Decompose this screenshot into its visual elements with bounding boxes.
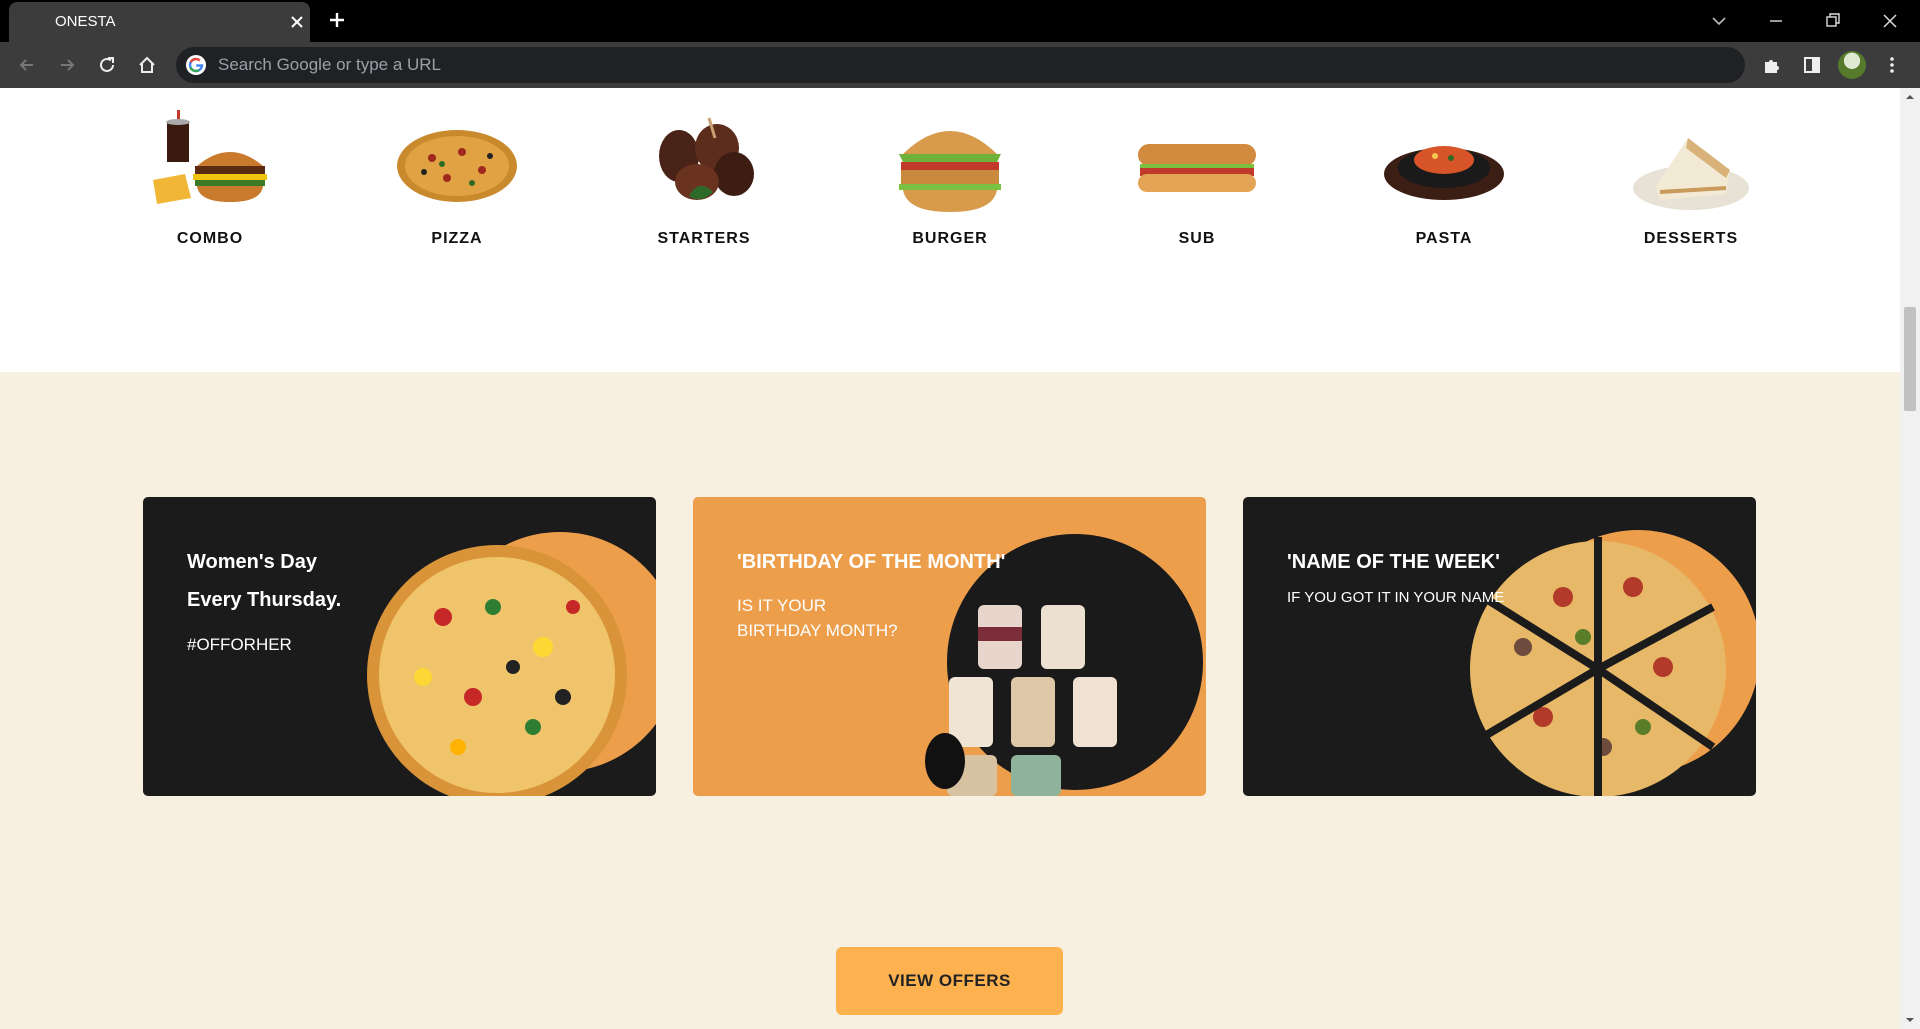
- category-label: COMBO: [176, 230, 244, 247]
- close-window-icon[interactable]: [1875, 6, 1905, 36]
- sub-sandwich-image: [1138, 144, 1256, 192]
- dessert-image: [1633, 138, 1749, 210]
- starters-image: [659, 117, 754, 200]
- scroll-up-icon[interactable]: [1905, 92, 1915, 102]
- category-pizza[interactable]: PIZZA: [377, 108, 537, 248]
- side-panel-button[interactable]: [1796, 49, 1828, 81]
- burger-image: [899, 131, 1001, 212]
- category-combo[interactable]: COMBO: [130, 108, 290, 248]
- view-offers-button[interactable]: VIEW OFFERS: [836, 947, 1063, 1015]
- offer-text: 'BIRTHDAY OF THE MONTH' IS IT YOUR BIRTH…: [737, 543, 1005, 643]
- category-desserts[interactable]: DESSERTS: [1611, 108, 1771, 248]
- menu-button[interactable]: [1876, 49, 1908, 81]
- offer-card-name-of-week[interactable]: 'NAME OF THE WEEK' IF YOU GOT IT IN YOUR…: [1243, 497, 1756, 796]
- category-strip: COMBO PIZZA STARTERS BURGER SUB PASTA DE…: [0, 88, 1900, 372]
- offer-title: 'BIRTHDAY OF THE MONTH': [737, 551, 1006, 573]
- page-scrollbar[interactable]: [1900, 88, 1920, 1029]
- forward-arrow-icon: [61, 59, 75, 71]
- home-icon: [139, 56, 155, 73]
- offer-line2: BIRTHDAY MONTH?: [737, 621, 898, 640]
- category-sub[interactable]: SUB: [1117, 108, 1277, 248]
- offer-text: 'NAME OF THE WEEK' IF YOU GOT IT IN YOUR…: [1287, 543, 1504, 606]
- home-button[interactable]: [131, 49, 163, 81]
- offer-card-birthday[interactable]: 'BIRTHDAY OF THE MONTH' IS IT YOUR BIRTH…: [693, 497, 1206, 796]
- browser-tab-strip: ONESTA: [0, 0, 1920, 42]
- offer-card-womens-day[interactable]: Women's Day Every Thursday. #OFFORHER: [143, 497, 656, 796]
- scroll-thumb[interactable]: [1904, 307, 1916, 411]
- omnibox[interactable]: [176, 47, 1745, 83]
- tab-search-icon[interactable]: [1704, 6, 1734, 36]
- forward-button[interactable]: [51, 49, 83, 81]
- dessert-jars-image: [925, 534, 1203, 796]
- tab-title: ONESTA: [55, 13, 116, 30]
- back-arrow-icon: [19, 59, 33, 71]
- new-tab-icon[interactable]: [325, 8, 349, 32]
- profile-avatar[interactable]: [1838, 51, 1866, 79]
- reload-icon: [100, 57, 114, 72]
- more-vert-icon: [1890, 57, 1894, 73]
- combo-meal-image: [153, 110, 267, 204]
- close-tab-icon[interactable]: [285, 10, 309, 34]
- restore-icon[interactable]: [1818, 6, 1848, 36]
- reload-button[interactable]: [91, 49, 123, 81]
- puzzle-icon: [1765, 60, 1779, 73]
- browser-toolbar: [0, 42, 1920, 88]
- category-label: DESSERTS: [1643, 230, 1739, 247]
- address-input[interactable]: [218, 47, 1718, 83]
- category-label: STARTERS: [657, 230, 751, 247]
- back-button[interactable]: [11, 49, 43, 81]
- offer-title-line2: Every Thursday.: [187, 589, 342, 611]
- category-label: PIZZA: [431, 230, 483, 247]
- offer-title-line1: Women's Day: [187, 551, 317, 573]
- browser-tab[interactable]: ONESTA: [9, 2, 310, 42]
- category-starters[interactable]: STARTERS: [624, 108, 784, 248]
- offer-line1: IS IT YOUR: [737, 596, 827, 615]
- category-label: SUB: [1178, 230, 1216, 247]
- offer-tag: #OFFORHER: [187, 635, 292, 654]
- offer-title: 'NAME OF THE WEEK': [1287, 551, 1500, 573]
- category-pasta[interactable]: PASTA: [1364, 108, 1524, 248]
- category-label: BURGER: [912, 230, 988, 247]
- pizza-image: [397, 130, 517, 202]
- pasta-image: [1384, 146, 1504, 200]
- offer-text: Women's Day Every Thursday. #OFFORHER: [187, 543, 341, 655]
- google-icon: [186, 55, 206, 75]
- page-viewport: COMBO PIZZA STARTERS BURGER SUB PASTA DE…: [0, 88, 1900, 1029]
- category-label: PASTA: [1415, 230, 1473, 247]
- extensions-button[interactable]: [1756, 49, 1788, 81]
- scroll-down-icon[interactable]: [1905, 1015, 1915, 1025]
- minimize-icon[interactable]: [1761, 6, 1791, 36]
- sliced-pizza-image: [1470, 530, 1756, 796]
- side-panel-icon: [1804, 57, 1820, 73]
- offer-subtitle: IF YOU GOT IT IN YOUR NAME: [1287, 589, 1505, 606]
- category-burger[interactable]: BURGER: [870, 108, 1030, 248]
- offers-section: Women's Day Every Thursday. #OFFORHER 'B…: [0, 372, 1900, 1029]
